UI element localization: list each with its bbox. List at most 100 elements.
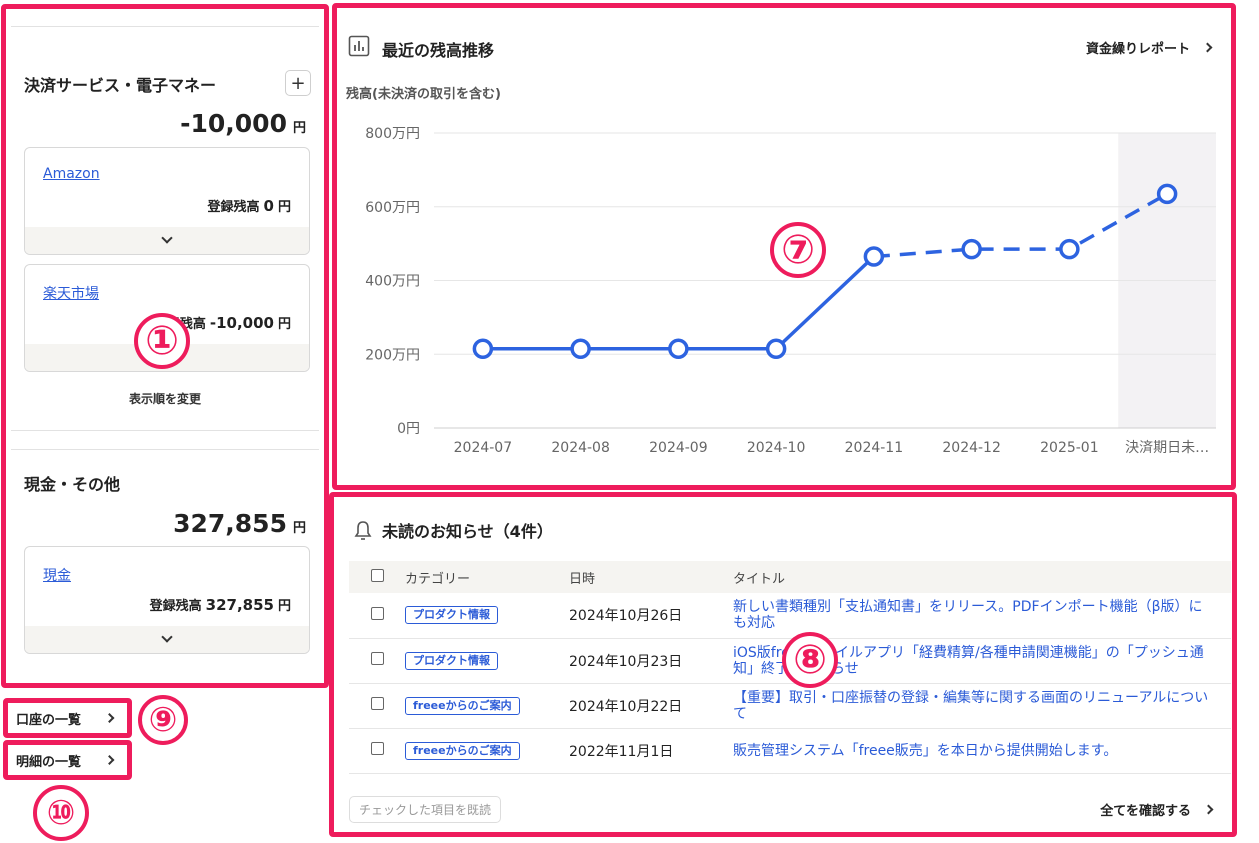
data-point xyxy=(472,338,494,359)
x-tick-label: 決済期日未… xyxy=(1125,440,1209,456)
category-tag: freeeからのご案内 xyxy=(405,741,520,760)
row-check-cell xyxy=(349,638,405,684)
reorder-link[interactable]: 表示順を変更 xyxy=(6,390,324,407)
balance-value: -10,000 xyxy=(209,314,274,332)
y-tick-label: 200万円 xyxy=(365,347,420,363)
currency-unit: 円 xyxy=(292,121,306,136)
mark-as-read-button[interactable]: チェックした項目を既読 xyxy=(349,796,502,823)
select-all-checkbox[interactable] xyxy=(370,568,384,582)
row-check-cell xyxy=(349,593,405,639)
x-tick-label: 2024-12 xyxy=(942,440,1001,456)
date-cell: 2024年10月23日 xyxy=(569,638,733,684)
data-point xyxy=(1059,238,1080,260)
account-card-cash: 現金 登録残高 327,855 円 xyxy=(24,546,310,654)
payment-total-value: -10,000 xyxy=(180,109,287,138)
table-row: freeeからのご案内 2022年11月1日 販売管理システム「freee販売」… xyxy=(349,728,1231,774)
x-tick-label: 2025-01 xyxy=(1040,440,1099,456)
row-checkbox[interactable] xyxy=(370,742,384,755)
balance-label: 登録残高 xyxy=(149,599,202,614)
expand-toggle[interactable] xyxy=(25,626,309,653)
chevron-right-icon xyxy=(104,755,115,765)
payment-total: -10,000 円 xyxy=(180,109,306,138)
row-check-cell xyxy=(349,683,405,729)
view-all-label: 全てを確認する xyxy=(1100,804,1191,819)
currency-unit: 円 xyxy=(277,599,291,614)
table-header-row: カテゴリー 日時 タイトル xyxy=(349,561,1231,593)
balance-value: 327,855 xyxy=(205,596,274,614)
annotation-marker-9: ⑨ xyxy=(138,695,188,745)
balance-label: 登録残高 xyxy=(207,200,260,215)
account-link-rakuten[interactable]: 楽天市場 xyxy=(43,283,99,303)
title-cell: 販売管理システム「freee販売」を本日から提供開始します。 xyxy=(733,728,1231,774)
category-tag: プロダクト情報 xyxy=(405,606,498,625)
statements-list-button[interactable]: 明細の一覧 xyxy=(3,740,132,780)
view-all-link[interactable]: 全てを確認する xyxy=(1100,800,1214,819)
y-tick-label: 600万円 xyxy=(365,200,420,216)
bell-icon xyxy=(354,521,372,540)
accounts-list-label: 口座の一覧 xyxy=(16,712,82,728)
x-tick-label: 2024-07 xyxy=(454,440,513,456)
account-balance: 登録残高 0 円 xyxy=(208,196,291,215)
table-row: freeeからのご案内 2024年10月22日 【重要】取引・口座振替の登録・編… xyxy=(349,683,1231,729)
currency-unit: 円 xyxy=(292,521,306,536)
row-checkbox[interactable] xyxy=(370,697,384,710)
x-tick-label: 2024-08 xyxy=(551,440,610,456)
notice-title-link[interactable]: 販売管理システム「freee販売」を本日から提供開始します。 xyxy=(733,743,1231,759)
divider xyxy=(11,430,319,431)
column-header-title: タイトル xyxy=(733,561,1231,593)
date-cell: 2022年11月1日 xyxy=(569,728,733,774)
category-cell: freeeからのご案内 xyxy=(405,728,569,774)
add-account-button[interactable]: + xyxy=(285,70,311,96)
y-tick-label: 0円 xyxy=(397,421,420,437)
column-header-date: 日時 xyxy=(569,561,733,593)
data-point xyxy=(668,338,689,359)
divider xyxy=(11,449,319,450)
account-card-amazon: Amazon 登録残高 0 円 xyxy=(24,147,310,255)
x-tick-label: 2024-10 xyxy=(747,440,806,456)
title-cell: 【重要】取引・口座振替の登録・編集等に関する画面のリニューアルについて xyxy=(733,683,1231,729)
chevron-right-icon xyxy=(104,713,115,723)
chevron-down-icon xyxy=(161,631,173,643)
annotation-marker-1: ① xyxy=(134,313,190,369)
account-link-cash[interactable]: 現金 xyxy=(43,565,71,585)
table-row: プロダクト情報 2024年10月26日 新しい書類種別「支払通知書」をリリース。… xyxy=(349,593,1231,639)
select-all-cell xyxy=(349,561,405,593)
data-point xyxy=(863,246,885,267)
row-checkbox[interactable] xyxy=(370,652,384,665)
category-cell: freeeからのご案内 xyxy=(405,683,569,729)
divider xyxy=(11,26,319,27)
currency-unit: 円 xyxy=(277,200,291,215)
data-point xyxy=(765,338,787,359)
category-tag: プロダクト情報 xyxy=(405,651,498,670)
data-point xyxy=(1156,183,1178,205)
data-point xyxy=(570,338,591,359)
notice-title-link[interactable]: 新しい書類種別「支払通知書」をリリース。PDFインポート機能（β版）にも対応 xyxy=(733,599,1231,631)
notices-title: 未読のお知らせ（4件） xyxy=(382,522,553,541)
data-point xyxy=(961,238,982,260)
annotation-marker-10: ⑩ xyxy=(33,785,89,841)
date-cell: 2024年10月22日 xyxy=(569,683,733,729)
currency-unit: 円 xyxy=(277,317,291,332)
cash-section-title: 現金・その他 xyxy=(24,475,121,494)
row-check-cell xyxy=(349,728,405,774)
cash-total: 327,855 円 xyxy=(173,509,306,538)
account-balance: 登録残高 327,855 円 xyxy=(150,595,291,614)
x-tick-label: 2024-09 xyxy=(649,440,708,456)
row-checkbox[interactable] xyxy=(370,606,384,620)
chevron-down-icon xyxy=(161,232,173,244)
y-tick-label: 400万円 xyxy=(365,274,420,290)
category-cell: プロダクト情報 xyxy=(405,638,569,684)
balance-value: 0 xyxy=(263,197,274,215)
chevron-right-icon xyxy=(1203,804,1214,815)
date-cell: 2024年10月26日 xyxy=(569,593,733,639)
y-tick-label: 800万円 xyxy=(365,126,420,142)
x-tick-label: 2024-11 xyxy=(845,440,904,456)
annotation-marker-8: ⑧ xyxy=(782,632,838,688)
category-tag: freeeからのご案内 xyxy=(405,696,520,715)
account-link-amazon[interactable]: Amazon xyxy=(43,166,100,182)
column-header-category: カテゴリー xyxy=(405,561,569,593)
statements-list-label: 明細の一覧 xyxy=(16,754,82,770)
accounts-list-button[interactable]: 口座の一覧 xyxy=(3,698,132,738)
notice-title-link[interactable]: 【重要】取引・口座振替の登録・編集等に関する画面のリニューアルについて xyxy=(733,690,1231,722)
expand-toggle[interactable] xyxy=(25,227,309,254)
